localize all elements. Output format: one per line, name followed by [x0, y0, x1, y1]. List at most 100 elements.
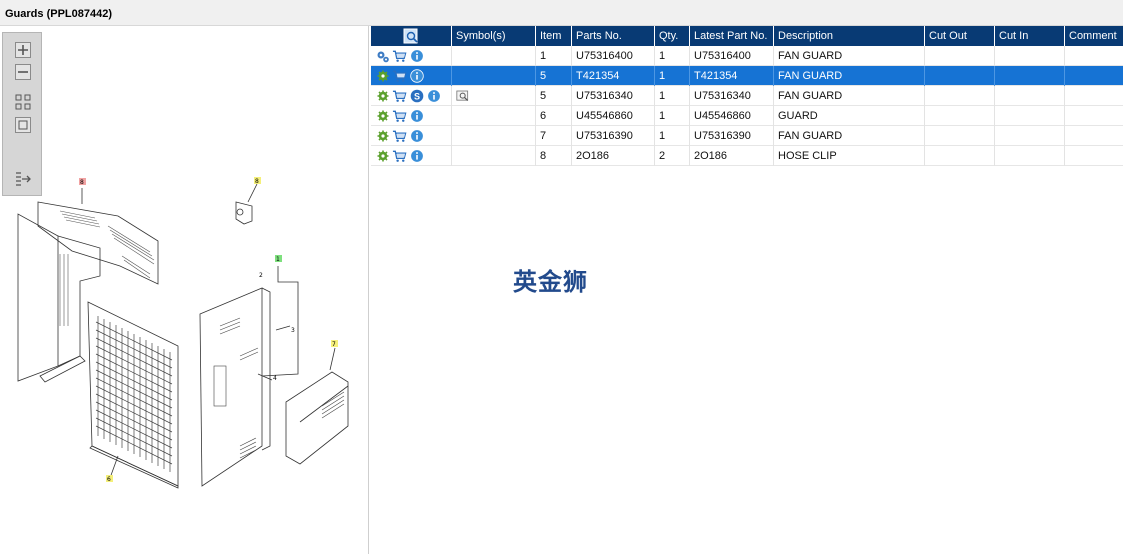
description-cell: FAN GUARD [774, 46, 925, 66]
row-actions [371, 46, 452, 66]
supersession-icon[interactable]: S [409, 89, 424, 104]
info-icon[interactable] [409, 69, 424, 84]
callout-label: 6 [107, 476, 111, 483]
exploded-parts-drawing[interactable]: 8 8 1 2 3 4 7 6 [0, 26, 369, 554]
table-row[interactable]: 1 U75316400 1 U75316400 FAN GUARD [371, 46, 1123, 66]
cut-in-cell [995, 46, 1065, 66]
qty-cell: 1 [655, 66, 690, 86]
cut-out-cell [925, 146, 995, 166]
cut-out-cell [925, 106, 995, 126]
column-header-parts-no[interactable]: Parts No. [572, 26, 655, 46]
cut-out-cell [925, 46, 995, 66]
table-row[interactable]: S 5 U75316340 1 U75316340 FAN GUARD [371, 86, 1123, 106]
column-header-actions[interactable] [371, 26, 452, 46]
table-row[interactable]: 7 U75316390 1 U75316390 FAN GUARD [371, 126, 1123, 146]
description-cell: FAN GUARD [774, 86, 925, 106]
latest-part-no-cell: U75316340 [690, 86, 774, 106]
comment-cell [1065, 86, 1123, 106]
table-row[interactable]: 6 U45546860 1 U45546860 GUARD [371, 106, 1123, 126]
column-header-cut-out[interactable]: Cut Out [925, 26, 995, 46]
qty-cell: 1 [655, 46, 690, 66]
cut-out-cell [925, 86, 995, 106]
comment-cell [1065, 66, 1123, 86]
gear-icon[interactable] [375, 89, 390, 104]
item-cell: 1 [536, 46, 572, 66]
symbols-cell [452, 126, 536, 146]
gear-icon[interactable] [375, 109, 390, 124]
cart-icon[interactable] [392, 49, 407, 64]
column-header-latest-part-no[interactable]: Latest Part No. [690, 26, 774, 46]
watermark: 英金狮 [513, 268, 588, 296]
fit-page-icon[interactable] [14, 116, 32, 134]
callout-label: 2 [259, 272, 263, 279]
cut-out-cell [925, 126, 995, 146]
item-cell: 8 [536, 146, 572, 166]
cart-icon[interactable] [392, 129, 407, 144]
zoom-in-icon[interactable] [14, 41, 32, 59]
column-header-cut-in[interactable]: Cut In [995, 26, 1065, 46]
callout-label: 8 [255, 178, 259, 185]
cut-out-cell [925, 66, 995, 86]
cart-icon[interactable] [392, 69, 407, 84]
fit-all-icon[interactable] [14, 93, 32, 111]
symbols-cell [452, 86, 536, 106]
item-cell: 5 [536, 86, 572, 106]
callout-label: 1 [276, 256, 280, 263]
drawing-pane[interactable]: 8 8 1 2 3 4 7 6 [0, 26, 369, 554]
latest-part-no-cell: 2O186 [690, 146, 774, 166]
cart-icon[interactable] [392, 109, 407, 124]
info-icon[interactable] [409, 109, 424, 124]
info-icon[interactable] [426, 89, 441, 104]
qty-cell: 1 [655, 126, 690, 146]
column-header-comment[interactable]: Comment [1065, 26, 1123, 46]
description-cell: GUARD [774, 106, 925, 126]
cut-in-cell [995, 146, 1065, 166]
cart-icon[interactable] [392, 149, 407, 164]
comment-cell [1065, 146, 1123, 166]
zoom-out-icon[interactable] [14, 63, 32, 81]
cut-in-cell [995, 86, 1065, 106]
parts-list-pane: Symbol(s) Item Parts No. Qty. Latest Par… [371, 26, 1123, 554]
callout-label: 3 [291, 327, 295, 334]
item-cell: 7 [536, 126, 572, 146]
qty-cell: 1 [655, 86, 690, 106]
parts-no-cell: T421354 [572, 66, 655, 86]
settings-icon[interactable] [375, 49, 390, 64]
column-header-symbols[interactable]: Symbol(s) [452, 26, 536, 46]
row-actions [371, 146, 452, 166]
column-header-description[interactable]: Description [774, 26, 925, 46]
qty-cell: 1 [655, 106, 690, 126]
search-preview-icon [403, 28, 418, 44]
row-actions [371, 106, 452, 126]
description-cell: HOSE CLIP [774, 146, 925, 166]
export-list-icon[interactable] [14, 170, 32, 188]
info-icon[interactable] [409, 49, 424, 64]
cart-icon[interactable] [392, 89, 407, 104]
parts-no-cell: U75316390 [572, 126, 655, 146]
callout-label: 8 [80, 179, 84, 186]
callout-label: 4 [273, 375, 277, 382]
parts-no-cell: U75316340 [572, 86, 655, 106]
window-title: Guards (PPL087442) [5, 8, 112, 20]
grid-header: Symbol(s) Item Parts No. Qty. Latest Par… [371, 26, 1123, 46]
column-header-qty[interactable]: Qty. [655, 26, 690, 46]
parts-grid: 1 U75316400 1 U75316400 FAN GUARD 5 T421354 1 T4… [371, 46, 1123, 166]
drawing-preview-icon[interactable] [456, 89, 471, 104]
comment-cell [1065, 46, 1123, 66]
gear-icon[interactable] [375, 129, 390, 144]
info-icon[interactable] [409, 149, 424, 164]
column-header-item[interactable]: Item [536, 26, 572, 46]
comment-cell [1065, 126, 1123, 146]
table-row[interactable]: 5 T421354 1 T421354 FAN GUARD [371, 66, 1123, 86]
cut-in-cell [995, 66, 1065, 86]
gear-icon[interactable] [375, 69, 390, 84]
item-cell: 5 [536, 66, 572, 86]
table-row[interactable]: 8 2O186 2 2O186 HOSE CLIP [371, 146, 1123, 166]
item-cell: 6 [536, 106, 572, 126]
cut-in-cell [995, 126, 1065, 146]
info-icon[interactable] [409, 129, 424, 144]
cut-in-cell [995, 106, 1065, 126]
gear-icon[interactable] [375, 149, 390, 164]
latest-part-no-cell: T421354 [690, 66, 774, 86]
row-actions: S [371, 86, 452, 106]
